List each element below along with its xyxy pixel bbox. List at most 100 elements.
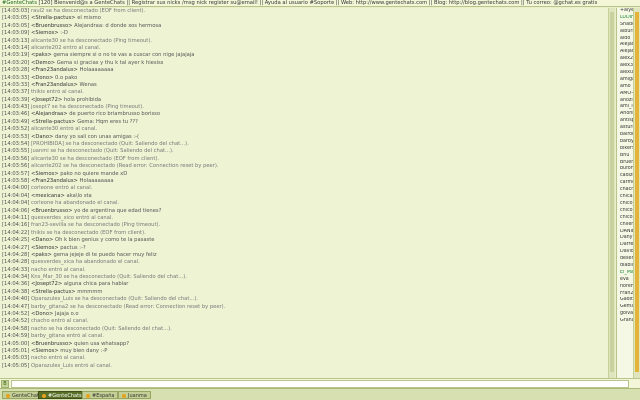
message-nick[interactable]: <Siemos> [31, 348, 59, 354]
chat-message-line: [14:03:54] [PROHIBIDA] se ha desconectad… [0, 141, 615, 148]
user-list-scrollbar-thumb[interactable] [635, 12, 639, 372]
chat-message-line: [14:04:28] quesverdes_xica ha abandonado… [0, 259, 615, 266]
chat-scrollbar[interactable] [608, 8, 615, 378]
chat-message-line: [14:04:52] chacho entró al canal. [0, 318, 615, 325]
channel-topic-bar: #GenteChats [120] Bienvenid@s a GenteCha… [0, 0, 640, 7]
message-nick[interactable]: <Dano> [31, 237, 53, 243]
topic-channel[interactable]: #GenteChats [2, 0, 37, 6]
message-text: alicante30 se ha desconectado (EOF from … [31, 155, 160, 162]
message-text: :-D [60, 30, 68, 37]
message-text: chacho entró al canal. [31, 318, 89, 325]
chat-message-line: [14:04:11] quesverdes_xico entró al cana… [0, 215, 615, 222]
message-text: alicante202 entró al canal. [31, 44, 101, 51]
message-text: Holaaaaaaaa [79, 67, 114, 74]
chat-message-line: [14:03:46] <Alejandraa> de puerto rico b… [0, 111, 615, 118]
message-timestamp: [14:04:36] [2, 281, 30, 288]
tab-1[interactable]: #GenteChats [38, 391, 86, 399]
message-text: juanmi se ha desconectado (Quit: Saliend… [31, 148, 174, 155]
chat-scrollbar-thumb[interactable] [610, 12, 614, 372]
message-timestamp: [14:04:28] [2, 259, 30, 266]
user-list-scrollbar[interactable] [633, 8, 640, 378]
message-text: Oparazules_Luis se ha desconectado (Quit… [31, 296, 198, 303]
chat-message-line: [14:04:33] nacho entró al canal. [0, 267, 615, 274]
message-nick[interactable]: <paks> [31, 52, 52, 58]
chat-message-line: [14:04:59] barby_gitana entró al canal. [0, 333, 615, 340]
message-nick[interactable]: <Josept72> [31, 281, 62, 287]
message-timestamp: [14:03:56] [2, 155, 30, 162]
message-text: barby_gitana2 se ha desconectado (Read e… [31, 303, 226, 310]
message-nick[interactable]: <Fran23andalus> [31, 67, 78, 73]
message-timestamp: [14:04:11] [2, 214, 30, 221]
message-timestamp: [14:03:33] [2, 81, 30, 88]
message-nick[interactable]: <Alejandraa> [31, 111, 68, 117]
message-text: 0.o pako [55, 74, 78, 81]
tab-status-icon [122, 393, 126, 398]
message-timestamp: [14:03:37] [2, 89, 30, 96]
message-nick[interactable]: <Dano> [31, 134, 53, 140]
message-nick[interactable]: <Siemos> [31, 245, 59, 251]
message-nick[interactable]: <mexicana> [31, 193, 65, 199]
chat-message-line: [14:03:14] alicante202 entró al canal. [0, 45, 615, 52]
chat-message-line: [14:03:05] <Bruenbrusso> Alejandraa: d d… [0, 23, 615, 30]
message-nick[interactable]: <Strella-pactus> [31, 119, 76, 125]
chat-message-line: [14:03:05] <Strella-pactus> el mismo [0, 15, 615, 22]
tab-label: #GenteChats [48, 393, 82, 399]
message-nick[interactable]: <Siemos> [31, 30, 59, 36]
message-text: fran23-sevilla se ha desconectado (Ping … [31, 222, 161, 229]
message-text: Wenas [79, 81, 97, 88]
chat-message-line: [14:05:00] <Bruenbrusso> quien usa whats… [0, 341, 615, 348]
message-text: quesverdes_xico entró al canal. [31, 214, 113, 221]
message-nick[interactable]: <Bruenbrusso> [31, 23, 72, 29]
message-nick[interactable]: <Bruenbrusso> [31, 208, 72, 214]
chat-message-line: [14:04:34] Kns_Mar_30 se ha desconectado… [0, 274, 615, 281]
message-text: barby_gitana entró al canal. [31, 333, 104, 340]
message-timestamp: [14:03:46] [2, 111, 30, 118]
message-text: Oparazules_Luis entró al canal. [31, 362, 112, 369]
message-nick[interactable]: <Bruenbrusso> [31, 341, 72, 347]
message-timestamp: [14:03:43] [2, 104, 30, 111]
message-text: thikis entró al canal. [31, 89, 84, 96]
message-timestamp: [14:03:05] [2, 15, 30, 22]
bold-format-icon[interactable]: B [1, 380, 9, 388]
message-timestamp: [14:05:01] [2, 347, 30, 354]
chat-message-line: [14:03:56] alicante202 se ha desconectad… [0, 163, 615, 170]
message-nick[interactable]: <Fran23andalus> [31, 82, 78, 88]
message-nick[interactable]: <Dono> [31, 75, 53, 81]
chat-message-line: [14:05:05] Oparazules_Luis entró al cana… [0, 363, 615, 370]
chat-message-line: [14:03:43] josept7 se ha desconectado (P… [0, 104, 615, 111]
message-text: yo de argentina que edad tienes? [74, 207, 162, 214]
message-nick[interactable]: <Siemos> [31, 171, 59, 177]
chat-message-line: [14:04:04] corleone ha abandonado el can… [0, 200, 615, 207]
message-text: alguna chica para hablar [63, 281, 129, 288]
message-timestamp: [14:03:20] [2, 59, 30, 66]
message-nick[interactable]: <Demo> [31, 60, 55, 66]
message-nick[interactable]: <Strella-pactus> [31, 15, 76, 21]
message-text: Jajaja o.o [55, 311, 79, 318]
message-timestamp: [14:03:53] [2, 133, 30, 140]
message-text: alicante30 entró al canal. [31, 126, 98, 133]
chat-message-line: [14:03:33] <Dono> 0.o pako [0, 75, 615, 82]
message-nick[interactable]: <Strella-pactus> [31, 289, 76, 295]
chat-message-line: [14:03:57] <Siemos> pako no quiere mande… [0, 171, 615, 178]
message-text: josept7 se ha desconectado (Ping timeout… [31, 104, 144, 111]
message-timestamp: [14:03:14] [2, 44, 30, 51]
message-timestamp: [14:04:00] [2, 185, 30, 192]
message-timestamp: [14:04:52] [2, 311, 30, 318]
message-timestamp: [14:04:34] [2, 274, 30, 281]
message-nick[interactable]: <paks> [31, 252, 52, 258]
message-nick[interactable]: <Dono> [31, 311, 53, 317]
message-timestamp: [14:05:03] [2, 355, 30, 362]
chat-message-line: [14:03:03] raul2 se ha desconectado (EOF… [0, 8, 615, 15]
tab-2[interactable]: #España [82, 391, 119, 399]
message-timestamp: [14:04:47] [2, 303, 30, 310]
message-nick[interactable]: <Josept72> [31, 97, 62, 103]
chat-message-line: [14:03:58] <Fran23andalus> Holaaaaaaaa [0, 178, 615, 185]
chat-message-line: [14:05:03] nacho entró al canal. [0, 355, 615, 362]
message-input[interactable] [11, 380, 629, 388]
message-text: gema siempre si o no te vas a cuscar con… [53, 52, 195, 59]
chat-message-line: [14:04:27] <Siemos> pactus :-? [0, 245, 615, 252]
tab-3[interactable]: Juanma [118, 391, 151, 399]
message-nick[interactable]: <Fran23andalus> [31, 178, 78, 184]
message-text: gema jejeje di te puedo hacer muy feliz [53, 251, 157, 258]
chat-message-line: [14:03:28] <Fran23andalus> Holaaaaaaaa [0, 67, 615, 74]
